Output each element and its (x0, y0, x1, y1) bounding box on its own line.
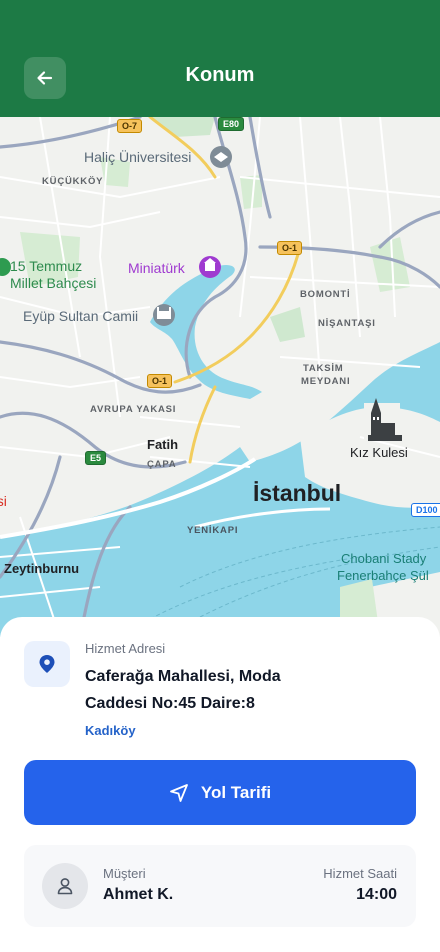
user-icon (57, 878, 73, 895)
map-label-chobani: Chobani Stady (341, 551, 427, 566)
road-shield-e80: E80 (218, 117, 245, 131)
avatar (42, 863, 88, 909)
address-caption: Hizmet Adresi (85, 641, 166, 656)
page-title: Konum (185, 64, 255, 86)
navigation-arrow-icon (169, 783, 188, 802)
map-label-fatih: Fatih (147, 437, 179, 452)
map-label-eyup: Eyüp Sultan Camii (23, 308, 139, 324)
app-header: Konum (0, 0, 440, 117)
directions-button[interactable]: Yol Tarifi (24, 760, 416, 825)
map-label-zeytinburnu: Zeytinburnu (4, 561, 80, 576)
map-pin-icon (39, 655, 55, 673)
service-time-caption: Hizmet Saati (323, 866, 397, 881)
halic-university-marker (210, 146, 232, 168)
road-shield-e5: E5 (85, 451, 107, 465)
address-icon-box (24, 641, 70, 687)
map-label-miniaturk: Miniatürk (128, 260, 185, 276)
address-line-2: Caddesi No:45 Daire:8 (85, 695, 255, 712)
customer-info: Müşteri Ahmet K. Hizmet Saati 14:00 (24, 845, 416, 927)
map-label-avrupa-yakasi: AVRUPA YAKASI (90, 404, 177, 415)
address-card: Hizmet Adresi Caferağa Mahallesi, Moda C… (0, 617, 440, 952)
map-label-millet-bahcesi: Millet Bahçesi (10, 275, 97, 291)
road-shield-o7: O-7 (117, 119, 143, 133)
road-shield-o1-north: O-1 (277, 241, 303, 255)
eyup-mosque-marker (153, 304, 175, 326)
miniaturk-marker (199, 256, 221, 278)
address-district: Kadıköy (85, 723, 136, 738)
map-label-kiz-kulesi: Kız Kulesi (350, 445, 408, 460)
customer-caption: Müşteri (103, 866, 146, 881)
map-label-edge: esi (0, 493, 7, 509)
map-label-istanbul: İstanbul (253, 480, 342, 506)
map-label-halic: Haliç Üniversitesi (84, 149, 192, 165)
map-label-yenikapi: YENİKAPI (187, 525, 239, 536)
map-label-capa: ÇAPA (147, 459, 177, 470)
address-line-1: Caferağa Mahallesi, Moda (85, 668, 281, 685)
map-label-bomonti: BOMONTİ (300, 289, 351, 300)
road-shield-d100: D100 (411, 503, 440, 517)
map-label-nisantasi: NİŞANTAŞI (318, 318, 376, 329)
map-label-meydani: MEYDANI (301, 376, 351, 387)
directions-button-label: Yol Tarifi (200, 782, 272, 802)
map-label-taksim: TAKSİM (303, 363, 344, 374)
customer-name: Ahmet K. (103, 886, 174, 903)
road-shield-o1-south: O-1 (147, 374, 173, 388)
map-label-fenerbahce: Fenerbahçe Şül (337, 568, 429, 583)
map-label-kucukkoy: KÜÇÜKKÖY (42, 176, 104, 187)
map-view[interactable]: Haliç Üniversitesi KÜÇÜKKÖY 15 Temmuz Mi… (0, 117, 440, 637)
service-time-value: 14:00 (356, 886, 397, 903)
map-label-15-temmuz: 15 Temmuz (10, 258, 83, 274)
